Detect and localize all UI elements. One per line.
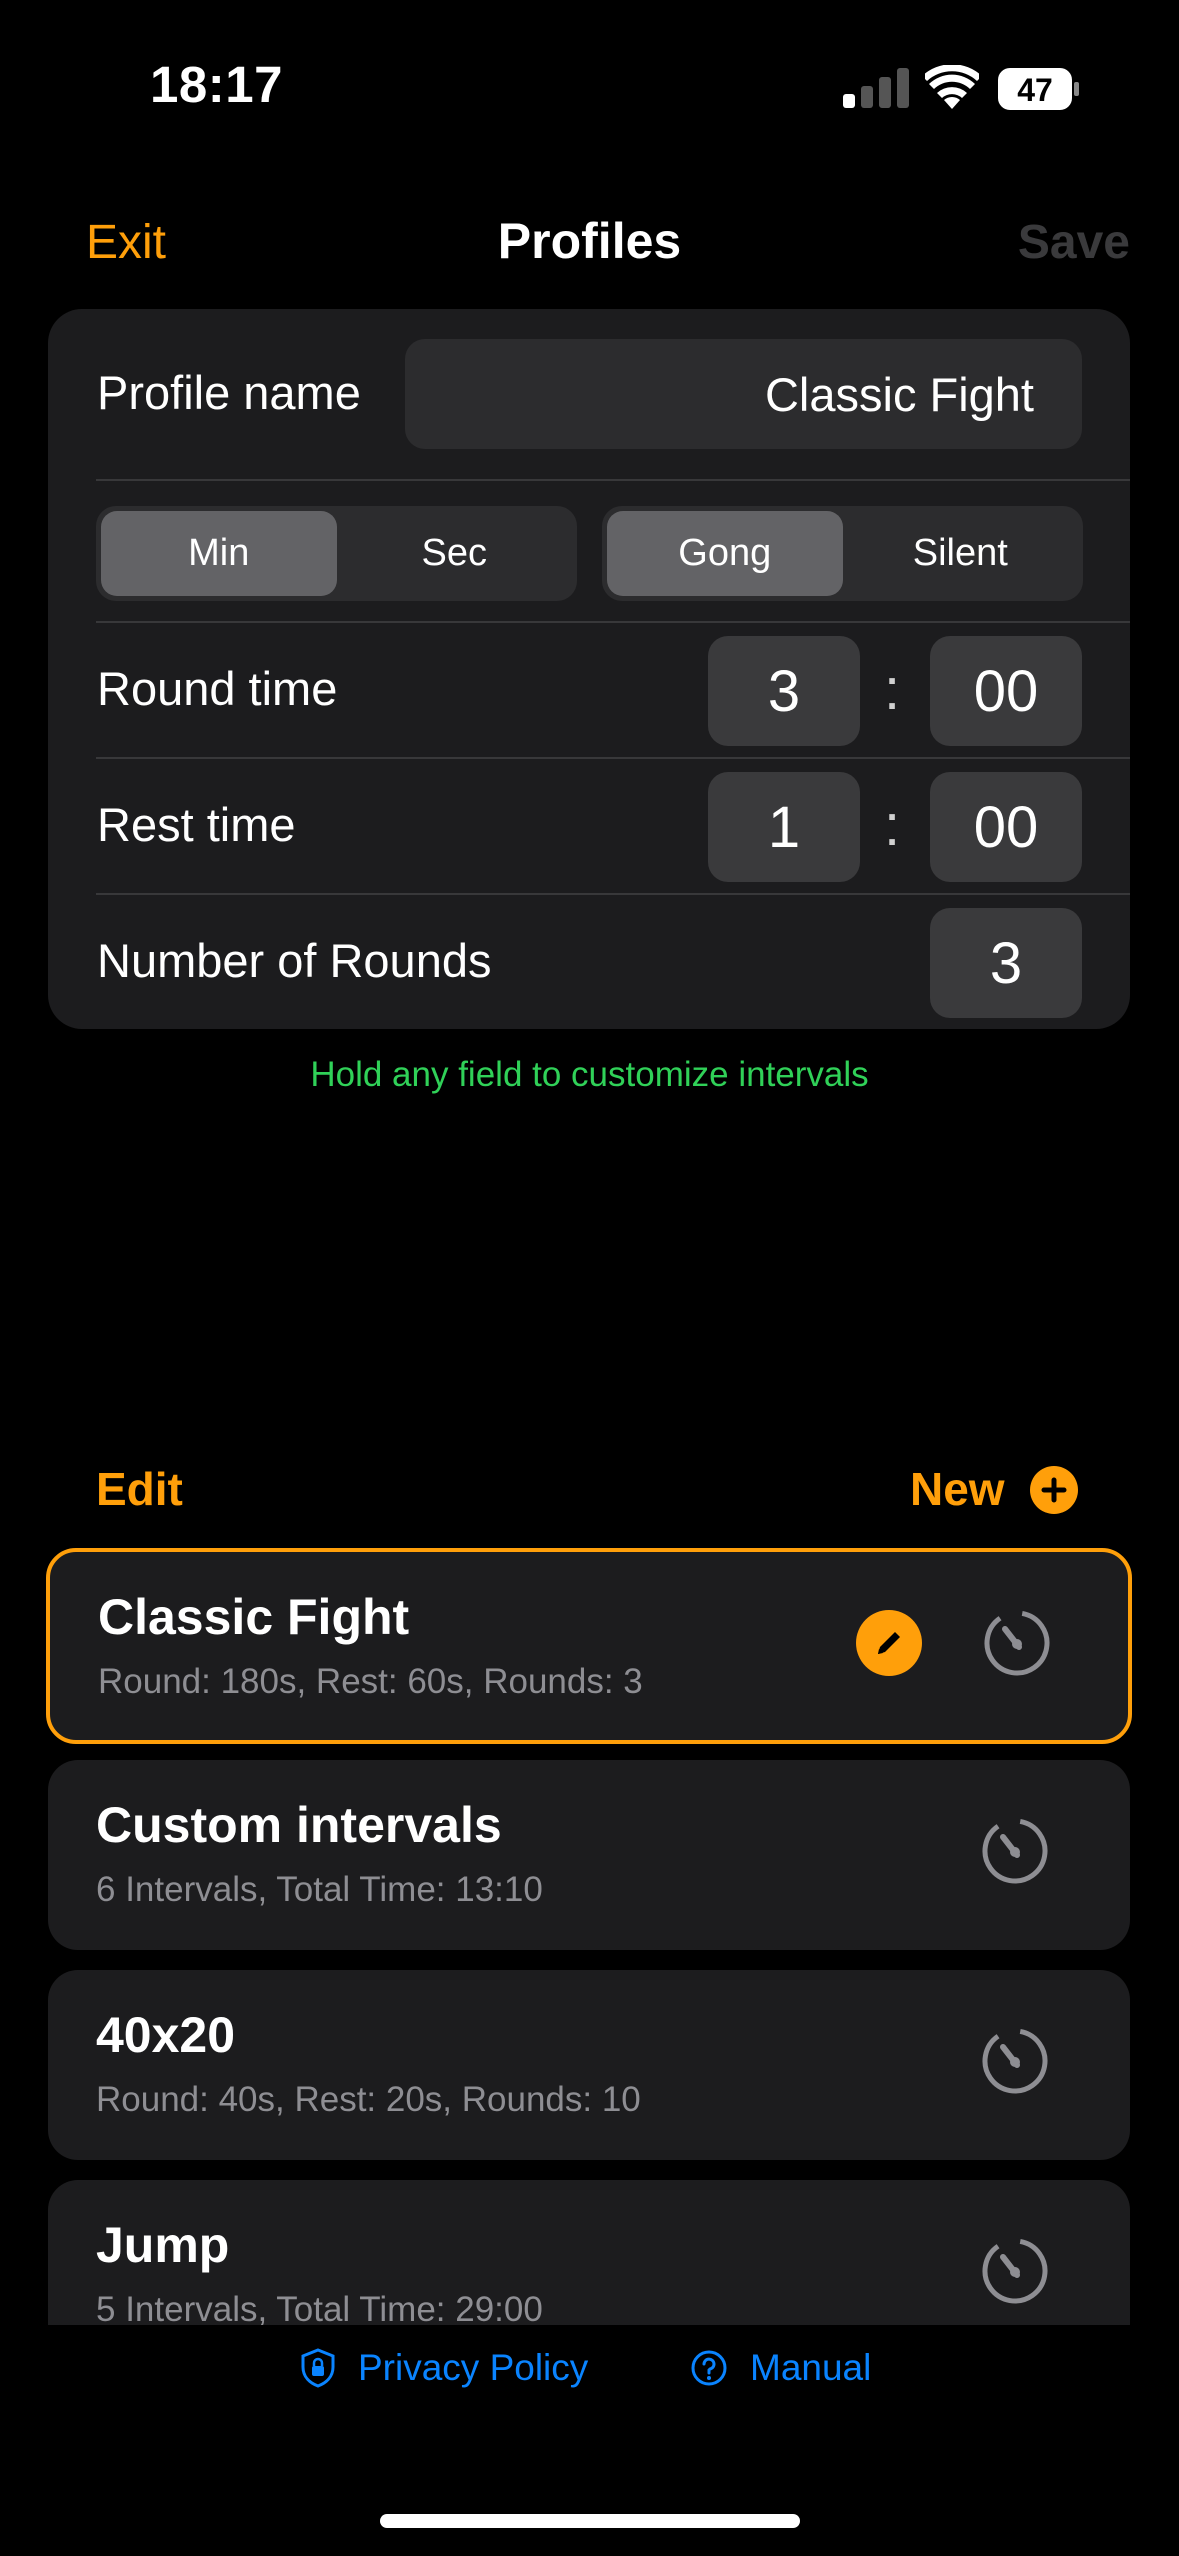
round-time-separator: :: [884, 657, 901, 722]
timer-icon[interactable]: [979, 2235, 1051, 2307]
segment-silent[interactable]: Silent: [843, 511, 1079, 596]
segment-gong[interactable]: Gong: [607, 511, 843, 596]
profile-name-label: Profile name: [97, 366, 361, 419]
shield-icon: [301, 2348, 335, 2388]
profile-summary: 5 Intervals, Total Time: 29:00: [96, 2290, 543, 2325]
segment-min[interactable]: Min: [101, 511, 337, 596]
profile-name-value: Classic Fight: [764, 367, 1034, 421]
profile-card-classic-fight[interactable]: Classic Fight Round: 180s, Rest: 60s, Ro…: [46, 1548, 1132, 1744]
round-time-seconds-field[interactable]: 00: [930, 636, 1082, 746]
segment-sec[interactable]: Sec: [337, 511, 573, 596]
timer-icon[interactable]: [981, 1607, 1053, 1679]
timer-icon[interactable]: [979, 1815, 1051, 1887]
privacy-policy-label: Privacy Policy: [358, 2347, 589, 2388]
profiles-list: Classic Fight Round: 180s, Rest: 60s, Ro…: [0, 1540, 1179, 2325]
profile-name: 40x20: [96, 2007, 236, 2063]
battery-icon: 47: [998, 68, 1080, 110]
profile-name: Classic Fight: [98, 1589, 410, 1645]
rest-time-seconds-field[interactable]: 00: [930, 772, 1082, 882]
cellular-signal-icon: [843, 68, 909, 108]
timer-icon[interactable]: [979, 2025, 1051, 2097]
page-title: Profiles: [497, 213, 682, 269]
save-button[interactable]: Save: [1018, 215, 1130, 270]
profile-name: Jump: [96, 2217, 230, 2273]
pencil-icon[interactable]: [856, 1610, 922, 1676]
time-unit-segmented-control: Min Sec: [96, 506, 577, 601]
profile-summary: 6 Intervals, Total Time: 13:10: [96, 1870, 543, 1909]
profile-card-40x20[interactable]: 40x20 Round: 40s, Rest: 20s, Rounds: 10: [48, 1970, 1130, 2160]
profile-card-custom-intervals[interactable]: Custom intervals 6 Intervals, Total Time…: [48, 1760, 1130, 1950]
divider: [96, 479, 1130, 481]
number-of-rounds-field[interactable]: 3: [930, 908, 1082, 1018]
new-profile-button[interactable]: New: [910, 1462, 1005, 1516]
profile-card-jump[interactable]: Jump 5 Intervals, Total Time: 29:00: [48, 2180, 1130, 2325]
divider: [96, 757, 1130, 759]
number-of-rounds-label: Number of Rounds: [97, 934, 492, 987]
rest-time-label: Rest time: [97, 798, 296, 851]
privacy-policy-link[interactable]: Privacy Policy: [300, 2347, 588, 2389]
profile-name-field[interactable]: Classic Fight: [405, 339, 1082, 449]
divider: [96, 621, 1130, 623]
wifi-icon: [925, 65, 979, 109]
divider: [96, 893, 1130, 895]
round-time-minutes-field[interactable]: 3: [708, 636, 860, 746]
manual-link[interactable]: Manual: [690, 2347, 871, 2389]
status-time: 18:17: [150, 56, 283, 113]
sound-segmented-control: Gong Silent: [602, 506, 1083, 601]
plus-circle-icon[interactable]: [1030, 1466, 1078, 1514]
edit-button[interactable]: Edit: [96, 1462, 183, 1516]
profile-summary: Round: 180s, Rest: 60s, Rounds: 3: [98, 1662, 643, 1701]
rest-time-minutes-field[interactable]: 1: [708, 772, 860, 882]
manual-label: Manual: [750, 2347, 872, 2388]
home-indicator[interactable]: [380, 2514, 800, 2528]
profile-name: Custom intervals: [96, 1797, 502, 1853]
round-time-label: Round time: [97, 662, 338, 715]
question-circle-icon: [691, 2350, 727, 2386]
profile-summary: Round: 40s, Rest: 20s, Rounds: 10: [96, 2080, 641, 2119]
rest-time-separator: :: [884, 793, 901, 858]
customize-hint: Hold any field to customize intervals: [310, 1055, 869, 1094]
battery-level: 47: [1017, 72, 1053, 108]
